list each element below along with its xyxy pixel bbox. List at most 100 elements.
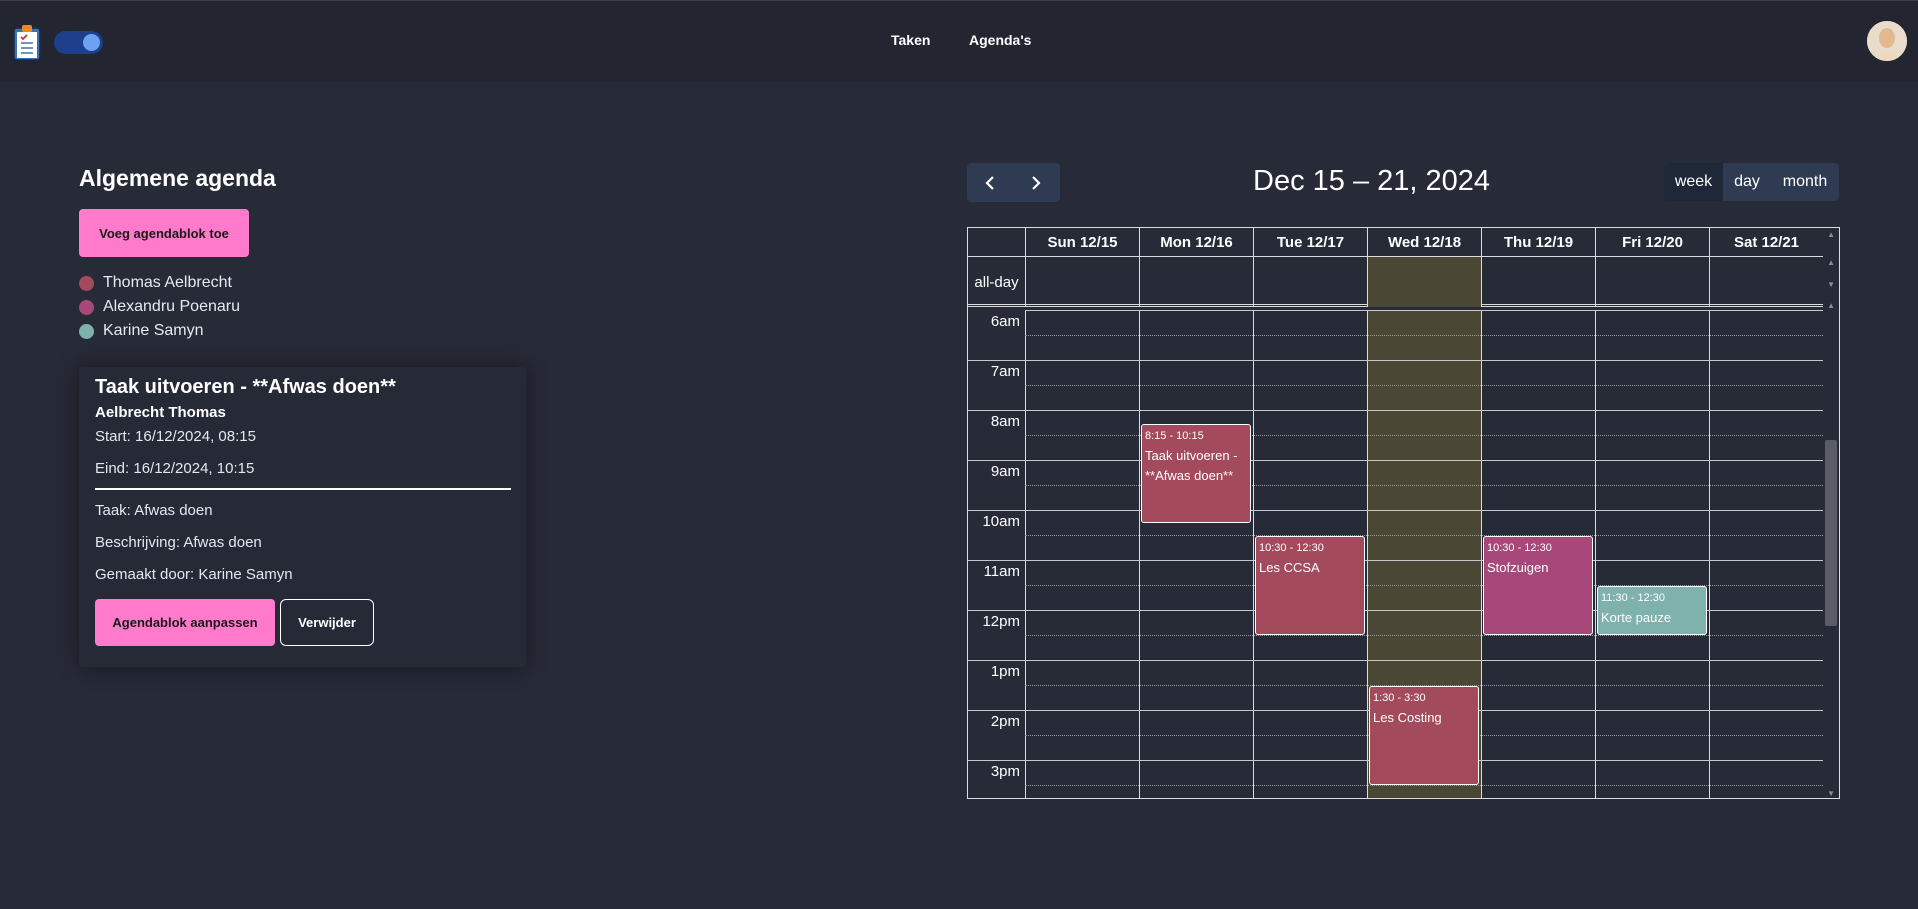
day-header: Sun 12/15 <box>1025 228 1139 257</box>
calendar-event[interactable]: 10:30 - 12:30 Les CCSA <box>1255 536 1365 635</box>
column-divider <box>1709 257 1710 307</box>
user-avatar-icon[interactable] <box>1867 21 1907 61</box>
time-label: 3pm <box>990 763 1020 780</box>
column-divider <box>1709 310 1710 798</box>
column-divider <box>1025 310 1026 798</box>
day-header: Wed 12/18 <box>1367 228 1481 257</box>
calendar-event[interactable]: 11:30 - 12:30 Korte pauze <box>1597 586 1707 635</box>
column-divider <box>1595 310 1596 798</box>
event-time: 11:30 - 12:30 <box>1601 592 1666 604</box>
toggle-knob <box>83 34 100 51</box>
scroll-down-icon[interactable]: ▼ <box>1827 789 1835 798</box>
calendar-nav-group <box>967 163 1060 202</box>
column-divider <box>1253 257 1254 307</box>
time-label: 8am <box>990 413 1020 430</box>
legend-item: Thomas Aelbrecht <box>79 271 240 295</box>
divider <box>95 488 511 490</box>
event-detail-title: Taak uitvoeren - **Afwas doen** <box>95 376 396 398</box>
event-detail-end: Eind: 16/12/2024, 10:15 <box>95 460 255 477</box>
column-divider <box>1481 257 1482 307</box>
view-switcher: week day month <box>1664 163 1839 201</box>
hour-line <box>968 660 1823 661</box>
half-hour-line <box>1025 785 1823 786</box>
legend-label: Karine Samyn <box>103 322 204 339</box>
scrollbar-thumb[interactable] <box>1825 440 1837 626</box>
hour-line <box>1025 310 1823 311</box>
scroll-up-icon[interactable]: ▲ <box>1827 258 1835 267</box>
nav-agendas[interactable]: Agenda's <box>969 32 1031 48</box>
calendar-event[interactable]: 10:30 - 12:30 Stofzuigen <box>1483 536 1593 635</box>
delete-button[interactable]: Verwijder <box>280 599 374 646</box>
all-day-row: all-day <box>968 257 1824 307</box>
column-divider <box>1595 257 1596 307</box>
event-detail-person: Aelbrecht Thomas <box>95 404 226 421</box>
day-header: Mon 12/16 <box>1139 228 1253 257</box>
calendar-scrollbar[interactable]: ▲ ▲ ▼ ▲ ▼ <box>1823 228 1839 798</box>
column-divider <box>1367 257 1368 307</box>
calendar-event[interactable]: 8:15 - 10:15 Taak uitvoeren - **Afwas doe… <box>1141 423 1251 523</box>
calendar-day-header: Sun 12/15 Mon 12/16 Tue 12/17 Wed 12/18 Thu … <box>968 228 1823 257</box>
view-week-button[interactable]: week <box>1664 163 1723 201</box>
time-label: 10am <box>982 513 1020 530</box>
time-label: 11am <box>983 563 1020 580</box>
nav-taken[interactable]: Taken <box>891 32 930 48</box>
column-divider <box>1481 310 1482 798</box>
half-hour-line <box>1025 385 1823 386</box>
column-divider <box>1139 257 1140 307</box>
day-header: Thu 12/19 <box>1481 228 1595 257</box>
event-detail-start: Start: 16/12/2024, 08:15 <box>95 428 256 445</box>
event-time: 8:15 - 10:15 <box>1145 429 1204 442</box>
time-label: 7am <box>990 363 1020 380</box>
column-divider <box>1025 257 1026 307</box>
legend-label: Thomas Aelbrecht <box>103 274 232 291</box>
day-header: Fri 12/20 <box>1595 228 1709 257</box>
legend-label: Alexandru Poenaru <box>103 298 240 315</box>
hour-line <box>968 460 1823 461</box>
theme-toggle[interactable] <box>54 31 103 54</box>
calendar-title: Dec 15 – 21, 2024 <box>1253 165 1491 197</box>
clipboard-icon[interactable] <box>12 23 42 61</box>
event-time: 10:30 - 12:30 <box>1487 542 1552 554</box>
event-title: Taak uitvoeren - **Afwas doen** <box>1145 447 1238 483</box>
legend-item: Karine Samyn <box>79 319 240 343</box>
edit-agenda-block-button[interactable]: Agendablok aanpassen <box>95 599 275 646</box>
page-title: Algemene agenda <box>79 165 276 191</box>
view-day-button[interactable]: day <box>1723 163 1771 201</box>
calendar-event[interactable]: 1:30 - 3:30 Les Costing <box>1369 686 1479 785</box>
legend: Thomas Aelbrecht Alexandru Poenaru Karin… <box>79 271 240 343</box>
chevron-right-icon <box>1032 175 1041 190</box>
event-detail-card: Taak uitvoeren - **Afwas doen** Aelbrech… <box>79 367 526 667</box>
legend-item: Alexandru Poenaru <box>79 295 240 319</box>
scroll-up-icon[interactable]: ▲ <box>1827 301 1835 310</box>
add-agenda-block-button[interactable]: Voeg agendablok toe <box>79 209 249 257</box>
half-hour-line <box>1025 335 1823 336</box>
today-highlight <box>1368 257 1481 307</box>
event-detail-made-by: Gemaakt door: Karine Samyn <box>95 566 293 583</box>
time-label: 2pm <box>990 713 1020 730</box>
event-title: Les CCSA <box>1259 560 1320 575</box>
scroll-up-icon[interactable]: ▲ <box>1827 230 1835 239</box>
event-time: 1:30 - 3:30 <box>1373 692 1426 704</box>
legend-dot <box>79 323 94 339</box>
time-label: 9am <box>990 463 1020 480</box>
time-label: 1pm <box>990 663 1020 680</box>
all-day-label: all-day <box>974 273 1019 291</box>
event-title: Stofzuigen <box>1487 560 1549 575</box>
legend-dot <box>79 299 94 315</box>
half-hour-line <box>1025 535 1823 536</box>
event-detail-task: Taak: Afwas doen <box>95 502 213 519</box>
legend-dot <box>79 275 94 291</box>
prev-week-button[interactable] <box>967 163 1013 202</box>
event-detail-description: Beschrijving: Afwas doen <box>95 534 262 551</box>
hour-line <box>968 560 1823 561</box>
event-time: 10:30 - 12:30 <box>1259 542 1324 554</box>
view-month-button[interactable]: month <box>1771 163 1839 201</box>
week-calendar: Sun 12/15 Mon 12/16 Tue 12/17 Wed 12/18 Thu … <box>967 227 1840 799</box>
next-week-button[interactable] <box>1013 163 1059 202</box>
hour-line <box>968 360 1823 361</box>
day-header: Sat 12/21 <box>1709 228 1823 257</box>
time-grid[interactable]: 6am 7am 8am 9am 10am 11am 12pm 1pm 2pm 3pm 8:15 - … <box>968 310 1824 798</box>
day-header: Tue 12/17 <box>1253 228 1367 257</box>
hour-line <box>968 410 1823 411</box>
scroll-down-icon[interactable]: ▼ <box>1827 280 1835 289</box>
